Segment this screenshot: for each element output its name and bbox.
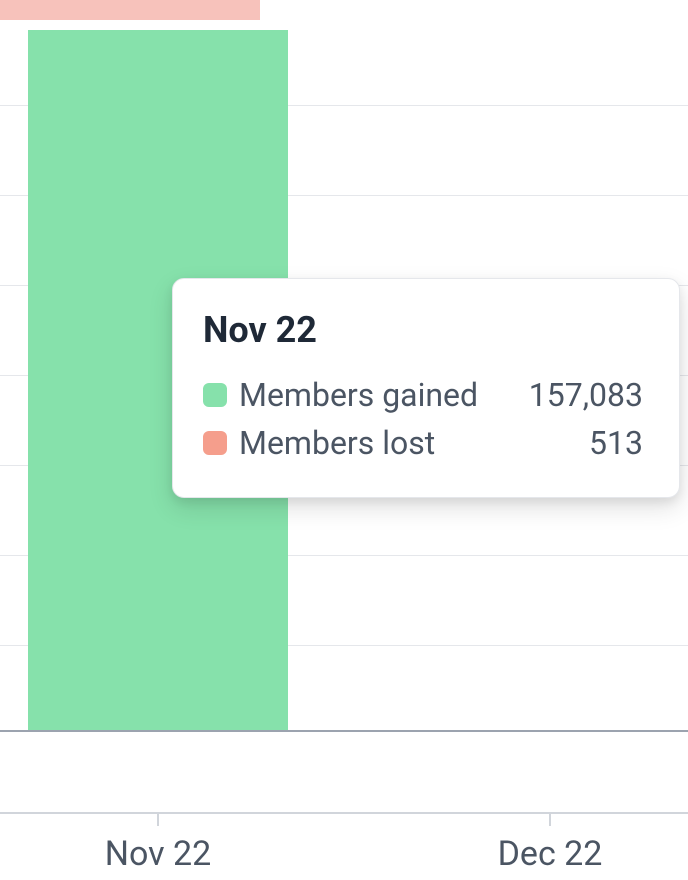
tooltip-label-lost: Members lost <box>239 419 589 467</box>
tooltip-title: Nov 22 <box>203 309 643 351</box>
x-tick <box>157 812 159 826</box>
x-axis-label-dec: Dec 22 <box>498 834 603 874</box>
tooltip-row-lost: Members lost 513 <box>203 419 643 467</box>
tooltip-value-gained: 157,083 <box>529 371 643 419</box>
tooltip-row-gained: Members gained 157,083 <box>203 371 643 419</box>
bar-members-lost-dec[interactable] <box>0 10 260 20</box>
chart-tooltip: Nov 22 Members gained 157,083 Members lo… <box>172 278 680 498</box>
tooltip-value-lost: 513 <box>589 419 643 467</box>
baseline-axis <box>0 730 688 732</box>
swatch-gained-icon <box>203 383 227 407</box>
tooltip-label-gained: Members gained <box>239 371 529 419</box>
bar-members-lost-nov[interactable] <box>0 0 260 10</box>
swatch-lost-icon <box>203 431 227 455</box>
x-axis-line <box>0 812 688 814</box>
x-axis-label-nov: Nov 22 <box>105 834 212 874</box>
x-tick <box>549 812 551 826</box>
